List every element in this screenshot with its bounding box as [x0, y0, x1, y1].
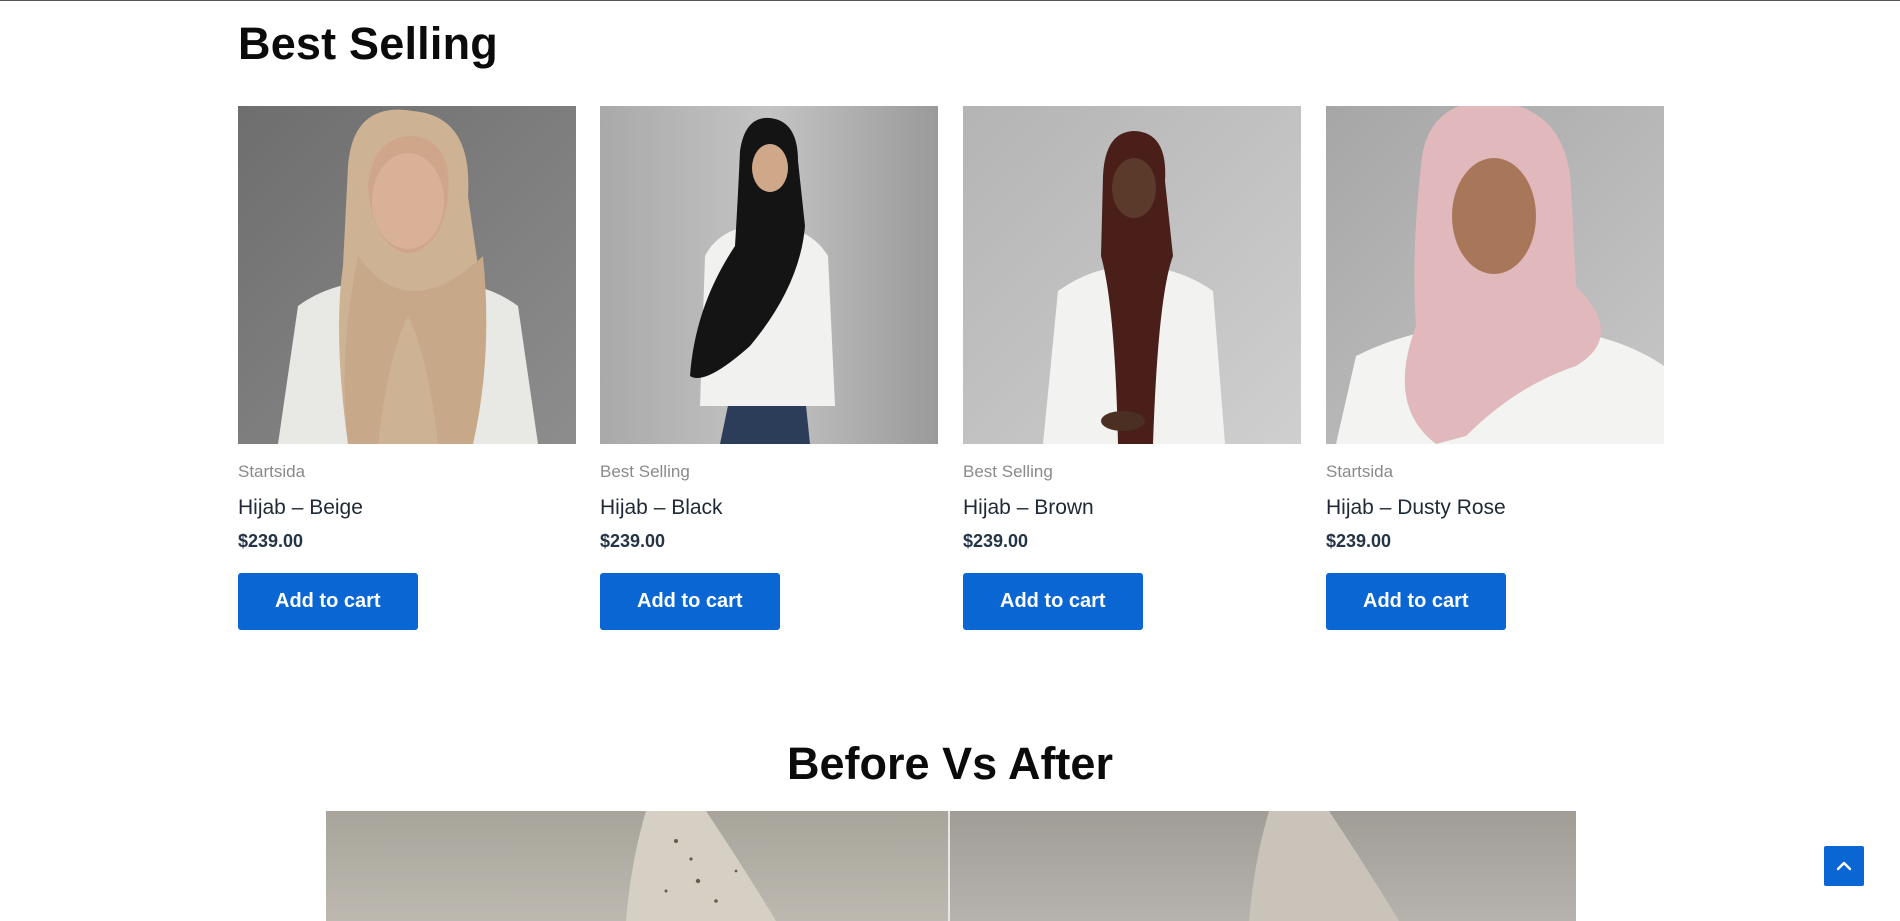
product-price: $239.00	[238, 531, 304, 551]
product-photo-dusty-rose-hijab	[1326, 106, 1664, 444]
product-price: $239.00	[600, 531, 666, 551]
product-image[interactable]	[600, 106, 938, 444]
comparison-divider-handle[interactable]	[948, 811, 950, 921]
add-to-cart-button[interactable]: Add to cart	[600, 573, 780, 630]
add-to-cart-button[interactable]: Add to cart	[963, 573, 1143, 630]
product-category[interactable]: Best Selling	[600, 462, 690, 482]
product-photo-beige-hijab	[238, 106, 576, 444]
product-title[interactable]: Hijab – Beige	[238, 496, 363, 520]
add-to-cart-button[interactable]: Add to cart	[238, 573, 418, 630]
product-card: Startsida Hijab – Dusty Rose $239.00 Add…	[1326, 106, 1664, 630]
product-price: $239.00	[963, 531, 1029, 551]
add-to-cart-button[interactable]: Add to cart	[1326, 573, 1506, 630]
product-photo-brown-hijab	[963, 106, 1301, 444]
before-image	[326, 811, 949, 921]
product-category[interactable]: Startsida	[1326, 462, 1393, 482]
product-title[interactable]: Hijab – Brown	[963, 496, 1094, 520]
chevron-up-icon	[1836, 861, 1852, 871]
section-title: Best Selling	[238, 18, 498, 69]
product-card: Best Selling Hijab – Black $239.00 Add t…	[600, 106, 938, 630]
fabric-clean-image	[1249, 811, 1399, 921]
top-divider	[0, 0, 1900, 1]
product-image[interactable]	[238, 106, 576, 444]
product-title[interactable]: Hijab – Black	[600, 496, 723, 520]
fabric-stained-image	[626, 811, 776, 921]
before-after-comparison[interactable]	[326, 811, 1576, 921]
product-photo-black-hijab	[600, 106, 938, 444]
product-image[interactable]	[963, 106, 1301, 444]
product-card: Best Selling Hijab – Brown $239.00 Add t…	[963, 106, 1301, 630]
product-category[interactable]: Best Selling	[963, 462, 1053, 482]
after-image	[949, 811, 1576, 921]
product-image[interactable]	[1326, 106, 1664, 444]
product-category[interactable]: Startsida	[238, 462, 305, 482]
product-title[interactable]: Hijab – Dusty Rose	[1326, 496, 1506, 520]
product-card: Startsida Hijab – Beige $239.00 Add to c…	[238, 106, 576, 630]
product-grid: Startsida Hijab – Beige $239.00 Add to c…	[238, 106, 1664, 646]
product-price: $239.00	[1326, 531, 1392, 551]
scroll-to-top-button[interactable]	[1824, 846, 1864, 886]
before-after-title: Before Vs After	[787, 738, 1113, 789]
